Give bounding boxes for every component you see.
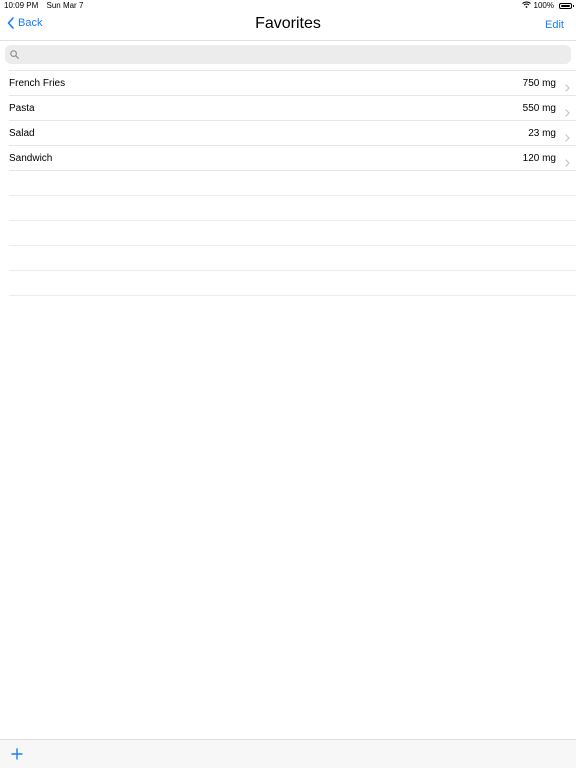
search-icon — [10, 46, 19, 64]
search-input[interactable] — [23, 49, 571, 60]
navigation-bar: Back Favorites Edit — [0, 12, 576, 41]
app-screen: 10:09 PM Sun Mar 7 100% Back Favorites E… — [0, 0, 576, 768]
status-time: 10:09 PM — [4, 1, 39, 10]
chevron-right-icon — [565, 104, 570, 122]
item-name: Pasta — [9, 103, 35, 114]
empty-row — [9, 271, 576, 296]
item-value: 550 mg — [522, 103, 556, 114]
empty-row — [9, 171, 576, 196]
status-right: 100% — [521, 0, 574, 12]
item-value: 120 mg — [522, 153, 556, 164]
plus-icon — [11, 747, 23, 764]
status-left: 10:09 PM Sun Mar 7 — [4, 0, 89, 12]
item-name: Salad — [9, 128, 35, 139]
item-value: 750 mg — [522, 78, 556, 89]
list-item[interactable]: Sandwich 120 mg — [9, 146, 576, 171]
chevron-right-icon — [565, 79, 570, 97]
list-item[interactable]: French Fries 750 mg — [9, 71, 576, 96]
edit-button[interactable]: Edit — [545, 19, 564, 31]
battery-icon — [559, 3, 574, 9]
bottom-toolbar — [0, 739, 576, 768]
item-name: French Fries — [9, 78, 66, 89]
list-item[interactable]: Pasta 550 mg — [9, 96, 576, 121]
empty-row — [9, 196, 576, 221]
page-title: Favorites — [255, 15, 321, 32]
add-button[interactable] — [11, 747, 23, 765]
search-bar[interactable] — [5, 45, 571, 64]
chevron-right-icon — [565, 154, 570, 172]
list-item[interactable]: Salad 23 mg — [9, 121, 576, 146]
wifi-icon — [521, 0, 531, 12]
empty-row — [9, 221, 576, 246]
battery-percentage: 100% — [533, 1, 554, 10]
favorites-list: French Fries 750 mg Pasta 550 mg Salad 2… — [0, 70, 576, 296]
item-name: Sandwich — [9, 153, 53, 164]
empty-row — [9, 246, 576, 271]
item-value: 23 mg — [528, 128, 556, 139]
status-bar: 10:09 PM Sun Mar 7 100% — [0, 0, 576, 12]
chevron-right-icon — [565, 129, 570, 147]
status-date: Sun Mar 7 — [46, 1, 84, 10]
